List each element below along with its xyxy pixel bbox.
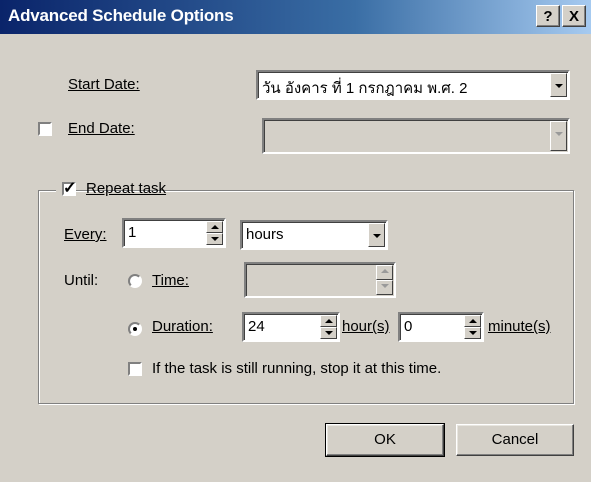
spin-down-icon[interactable]: [320, 327, 337, 339]
stop-task-checkbox[interactable]: [128, 362, 142, 376]
repeat-task-checkbox[interactable]: [62, 178, 76, 198]
every-value: 1: [128, 224, 137, 241]
duration-minutes-spin-buttons[interactable]: [464, 315, 481, 339]
spin-down-icon[interactable]: [376, 280, 393, 295]
spin-down-icon[interactable]: [206, 233, 223, 245]
repeat-task-label: Repeat task: [86, 180, 167, 197]
duration-radio[interactable]: [128, 322, 142, 336]
every-spin-buttons[interactable]: [206, 221, 223, 245]
cancel-button[interactable]: Cancel: [456, 424, 574, 456]
repeat-task-legend: Repeat task: [56, 178, 166, 202]
end-date-dropdown-icon[interactable]: [550, 121, 567, 151]
time-label: Time:: [152, 272, 189, 289]
spin-up-icon[interactable]: [320, 315, 337, 327]
duration-minutes-spinner[interactable]: 0: [398, 312, 484, 342]
unit-select[interactable]: hours: [240, 220, 388, 250]
duration-hours-spinner[interactable]: 24: [242, 312, 340, 342]
minutes-unit-label: minute(s): [488, 318, 551, 335]
help-button[interactable]: ?: [536, 5, 560, 27]
advanced-schedule-options-dialog: Advanced Schedule Options ? X Start Date…: [0, 0, 591, 482]
dialog-title: Advanced Schedule Options: [8, 6, 234, 25]
time-radio[interactable]: [128, 274, 142, 288]
time-spin-buttons[interactable]: [376, 265, 393, 295]
ok-button[interactable]: OK: [325, 423, 445, 457]
end-date-picker[interactable]: [262, 118, 570, 154]
end-date-checkbox[interactable]: [38, 122, 52, 136]
spin-up-icon[interactable]: [206, 221, 223, 233]
start-date-dropdown-icon[interactable]: [550, 73, 567, 97]
start-date-value: วัน อังคาร ที่ 1 กรกฎาคม พ.ศ. 2: [262, 80, 468, 97]
hours-unit-label: hour(s): [342, 318, 390, 335]
duration-hours-value: 24: [248, 318, 265, 335]
unit-dropdown-icon[interactable]: [368, 223, 385, 247]
duration-label: Duration:: [152, 318, 213, 335]
duration-minutes-value: 0: [404, 318, 413, 335]
spin-up-icon[interactable]: [464, 315, 481, 327]
every-label: Every:: [64, 226, 107, 243]
start-date-label: Start Date:: [68, 76, 140, 93]
duration-hours-spin-buttons[interactable]: [320, 315, 337, 339]
title-bar: Advanced Schedule Options ? X: [0, 0, 591, 34]
spin-up-icon[interactable]: [376, 265, 393, 280]
start-date-picker[interactable]: วัน อังคาร ที่ 1 กรกฎาคม พ.ศ. 2: [256, 70, 570, 100]
close-button[interactable]: X: [562, 5, 586, 27]
time-picker[interactable]: [244, 262, 396, 298]
stop-task-label: If the task is still running, stop it at…: [152, 360, 442, 377]
until-label: Until:: [64, 272, 99, 289]
every-spinner[interactable]: 1: [122, 218, 226, 248]
spin-down-icon[interactable]: [464, 327, 481, 339]
end-date-label: End Date:: [68, 120, 135, 137]
unit-value: hours: [246, 226, 284, 243]
